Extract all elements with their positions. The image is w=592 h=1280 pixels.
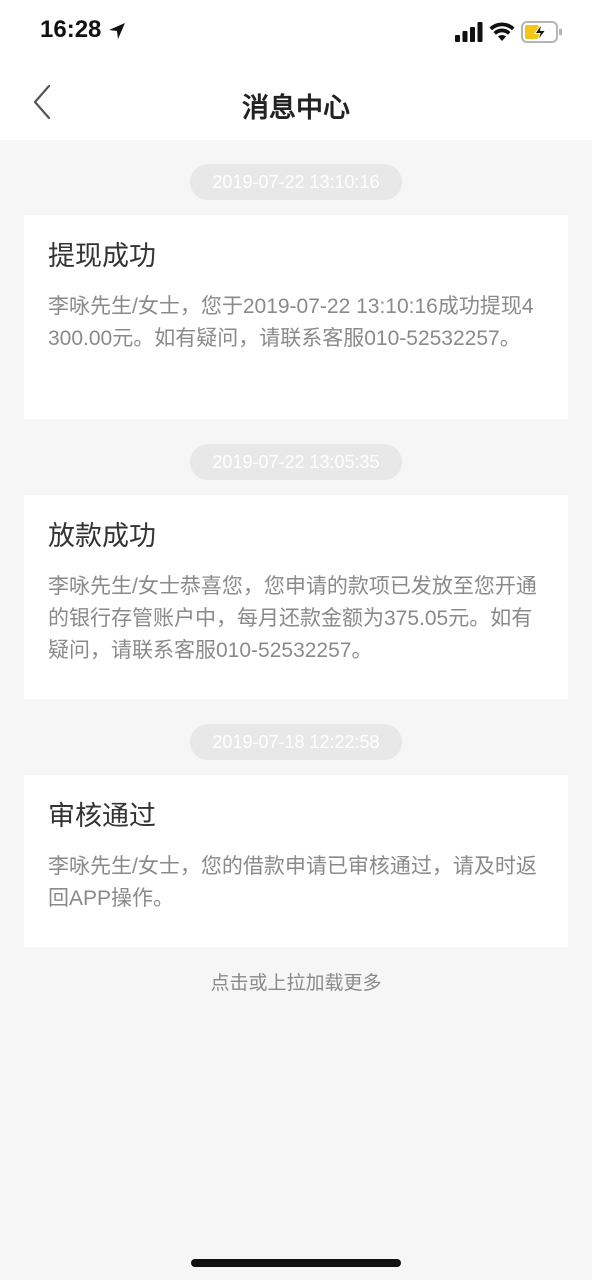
home-indicator[interactable]	[191, 1259, 401, 1267]
wifi-icon	[489, 22, 515, 41]
message-timestamp: 2019-07-18 12:22:58	[190, 724, 402, 760]
page-title: 消息中心	[242, 93, 350, 124]
battery-charging-icon	[521, 21, 562, 43]
location-arrow-icon	[109, 23, 125, 39]
message-card-review-approved[interactable]: 审核通过 李咏先生/女士，您的借款申请已审核通过，请及时返回APP操作。	[24, 775, 568, 947]
message-title: 放款成功	[48, 521, 156, 552]
message-timestamp: 2019-07-22 13:05:35	[190, 444, 402, 480]
message-body: 李咏先生/女士恭喜您，您申请的款项已发放至您开通的银行存管账户中，每月还款金额为…	[48, 575, 537, 662]
message-card-loan-disbursed[interactable]: 放款成功 李咏先生/女士恭喜您，您申请的款项已发放至您开通的银行存管账户中，每月…	[24, 495, 568, 699]
cellular-signal-icon	[455, 22, 483, 42]
message-body: 李咏先生/女士，您的借款申请已审核通过，请及时返回APP操作。	[48, 855, 537, 910]
nav-bar: 消息中心	[0, 64, 592, 140]
message-card-withdrawal-success[interactable]: 提现成功 李咏先生/女士，您于2019-07-22 13:10:16成功提现43…	[24, 215, 568, 419]
message-body: 李咏先生/女士，您于2019-07-22 13:10:16成功提现4300.00…	[48, 295, 534, 350]
load-more-button[interactable]: 点击或上拉加载更多	[0, 968, 592, 995]
message-center-screen: 16:28 消息中心 2019-07-22 13:10:16 提现成功 李咏先生…	[0, 0, 592, 1280]
status-time: 16:28	[40, 16, 102, 43]
message-timestamp: 2019-07-22 13:10:16	[190, 164, 402, 200]
message-title: 审核通过	[48, 801, 156, 832]
message-title: 提现成功	[48, 241, 156, 272]
status-bar: 16:28	[0, 0, 592, 64]
